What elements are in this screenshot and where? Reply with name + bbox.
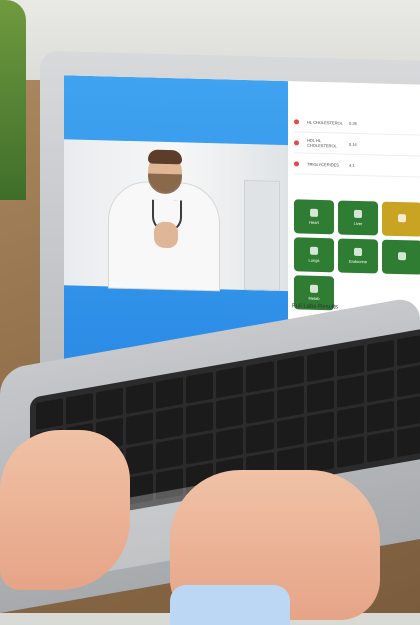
key [366, 370, 394, 403]
key [216, 426, 244, 459]
left-hand [0, 430, 130, 590]
background-door [244, 180, 280, 291]
lab-value: 0.14 [349, 141, 357, 147]
video-frame [64, 139, 288, 292]
lab-label: TRIGLYCERIDES [307, 161, 339, 167]
key [276, 355, 304, 388]
key [276, 416, 304, 449]
key [186, 401, 214, 434]
key [156, 407, 184, 440]
lab-value: 0.25 [349, 120, 357, 126]
alert-dot-icon [294, 160, 299, 166]
lab-label: HL CHOLESTEROL [307, 119, 343, 126]
sleeve [170, 585, 290, 625]
key [126, 412, 154, 445]
key [246, 361, 274, 394]
tile-label: Metab [308, 295, 320, 301]
key [216, 366, 244, 399]
key [186, 371, 214, 404]
key [306, 350, 334, 383]
liver-icon [354, 209, 362, 219]
key [366, 400, 394, 433]
endocrine-icon [354, 247, 362, 257]
plant [0, 0, 26, 200]
key [276, 385, 304, 419]
key [96, 387, 124, 420]
key [396, 364, 420, 397]
key [396, 395, 420, 428]
more-icon [398, 251, 406, 260]
tile-highlight[interactable] [382, 201, 420, 237]
key [186, 432, 214, 465]
tile-label: Liver [353, 220, 363, 227]
key [396, 334, 420, 367]
tile-liver[interactable]: Liver [338, 200, 378, 236]
key [336, 345, 364, 378]
tile-heart[interactable]: Heart [294, 199, 334, 235]
key [336, 375, 364, 408]
key [306, 441, 334, 474]
heart-icon [310, 208, 318, 217]
key [306, 410, 334, 443]
key [336, 405, 364, 438]
tile-label: Endocrine [348, 258, 367, 265]
key [396, 425, 420, 458]
key [366, 339, 394, 372]
lab-value: 4.1 [349, 162, 355, 168]
tile-label: Lungs [308, 257, 320, 263]
results-title: Full Labs Results [292, 303, 339, 311]
category-tiles: Heart Liver Lungs Endocrine Metab [294, 199, 420, 312]
tile-more[interactable] [382, 239, 420, 275]
alert-dot-icon [294, 118, 299, 124]
key [126, 382, 154, 415]
key [66, 392, 94, 425]
info-icon [398, 213, 406, 222]
lab-row[interactable]: TRIGLYCERIDES 4.1 [294, 153, 420, 178]
lungs-icon [310, 246, 318, 255]
key [306, 380, 334, 413]
key [336, 435, 364, 468]
labs-summary: HL CHOLESTEROL 0.25 HDL HL CHOLESTEROL 0… [294, 111, 420, 178]
key [366, 430, 394, 463]
alert-dot-icon [294, 139, 299, 145]
doctor-hair [148, 149, 182, 165]
key [156, 376, 184, 409]
metabolic-icon [310, 284, 318, 293]
key [156, 437, 184, 470]
lab-label: HDL HL CHOLESTEROL [307, 137, 337, 149]
tile-label: Heart [309, 219, 319, 225]
doctor-hands [154, 221, 178, 249]
key [36, 398, 64, 431]
key [246, 391, 274, 424]
key [216, 396, 244, 429]
key [246, 421, 274, 454]
key [126, 442, 154, 475]
tile-endocrine[interactable]: Endocrine [338, 238, 378, 274]
tile-lungs[interactable]: Lungs [294, 237, 334, 273]
